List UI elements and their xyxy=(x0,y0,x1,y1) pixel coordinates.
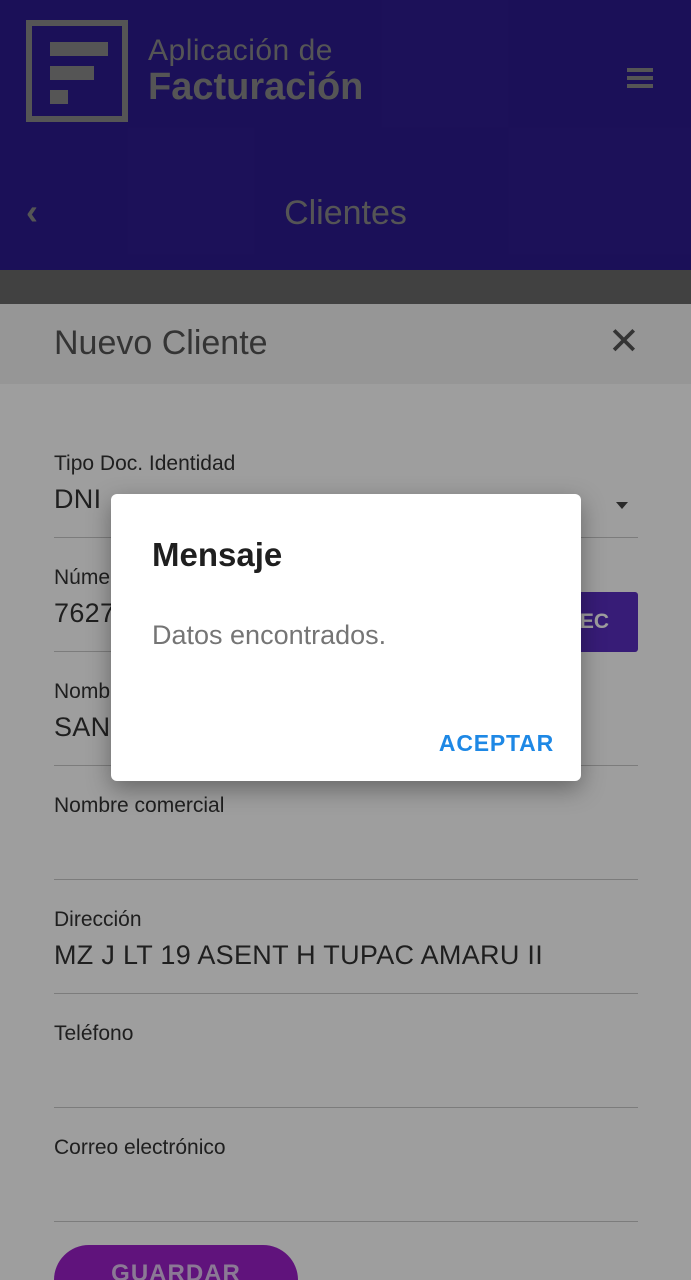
dialog-message: Datos encontrados. xyxy=(152,620,387,650)
dialog-title: Mensaje xyxy=(152,536,283,573)
accept-button[interactable]: ACEPTAR xyxy=(439,730,554,757)
message-dialog: Mensaje Datos encontrados. ACEPTAR xyxy=(111,494,581,781)
